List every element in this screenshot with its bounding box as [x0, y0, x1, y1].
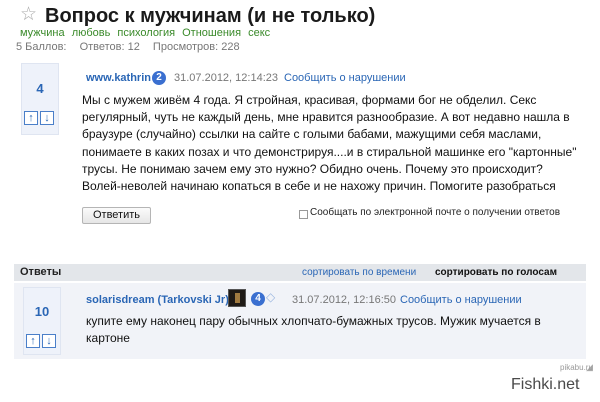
- body-line: регулярный, чуть не каждый день, мне нра…: [82, 110, 570, 125]
- body-line: браузуре (случайно) ссылки на сайте с го…: [82, 127, 542, 142]
- tag-link[interactable]: любовь: [72, 27, 111, 39]
- answers-label: Ответы: [20, 266, 62, 278]
- tag-link[interactable]: Отношения: [182, 27, 241, 39]
- body-line: Волей-неволей начинаю копаться в себе и …: [82, 179, 556, 194]
- views-count: Просмотров: 228: [152, 41, 240, 53]
- report-violation-link[interactable]: Сообщить о нарушении: [284, 72, 406, 84]
- user-level-badge: 4: [251, 292, 265, 306]
- notify-checkbox[interactable]: [299, 210, 308, 219]
- sort-by-time-link[interactable]: сортировать по времени: [302, 267, 416, 278]
- body-line: Мы с мужем живём 4 года. Я стройная, кра…: [82, 93, 537, 107]
- question-vote-count: 4: [36, 81, 44, 96]
- question-date: 31.07.2012, 12:14:23: [174, 72, 278, 84]
- notify-label: Сообщать по электронной почте о получени…: [310, 207, 561, 218]
- tag-link[interactable]: секс: [248, 27, 270, 39]
- answer-vote-count: 10: [34, 304, 50, 319]
- report-violation-link[interactable]: Сообщить о нарушении: [400, 294, 522, 306]
- points-stat: 5 Баллов:: [16, 41, 67, 53]
- diamond-icon: ◇: [266, 290, 276, 304]
- tags-list: мужчина любовь психология Отношения секс: [20, 27, 274, 40]
- watermark-brand: Fishki.net: [511, 376, 580, 393]
- avatar[interactable]: [228, 289, 246, 307]
- vote-up-button[interactable]: ↑: [24, 111, 38, 125]
- answer-date: 31.07.2012, 12:16:50: [292, 294, 396, 306]
- vote-down-button[interactable]: ↓: [40, 111, 54, 125]
- question-stats: 5 Баллов: Ответов: 12 Просмотров: 228: [16, 41, 250, 54]
- watermark-small: pikabu.ru: [560, 363, 593, 372]
- question-body: Мы с мужем живём 4 года. Я стройная, кра…: [82, 92, 582, 195]
- vote-down-button[interactable]: ↓: [42, 334, 56, 348]
- tag-link[interactable]: мужчина: [20, 27, 65, 39]
- sort-by-votes-link[interactable]: сортировать по голосам: [435, 267, 557, 278]
- body-line: купите ему наконец пару обычных хлопчато…: [86, 314, 541, 328]
- question-author-link[interactable]: www.kathrin: [86, 72, 151, 84]
- question-title: Вопрос к мужчинам (и не только): [45, 5, 376, 27]
- favorite-star-icon[interactable]: ☆: [20, 4, 37, 26]
- answer-author-link[interactable]: solarisdream (Tarkovski Jr): [86, 294, 229, 306]
- body-line: картоне: [86, 331, 130, 346]
- answer-body: купите ему наконец пару обычных хлопчато…: [86, 313, 566, 347]
- body-line: трусы. Не понимаю зачем ему это нужно? О…: [82, 161, 543, 176]
- user-level-badge: 2: [152, 71, 166, 85]
- tag-link[interactable]: психология: [117, 27, 175, 39]
- reply-button[interactable]: Ответить: [82, 207, 151, 224]
- body-line: понимаете в каких позах и что демонстрир…: [82, 144, 577, 159]
- answers-count: Ответов: 12: [79, 41, 140, 53]
- vote-up-button[interactable]: ↑: [26, 334, 40, 348]
